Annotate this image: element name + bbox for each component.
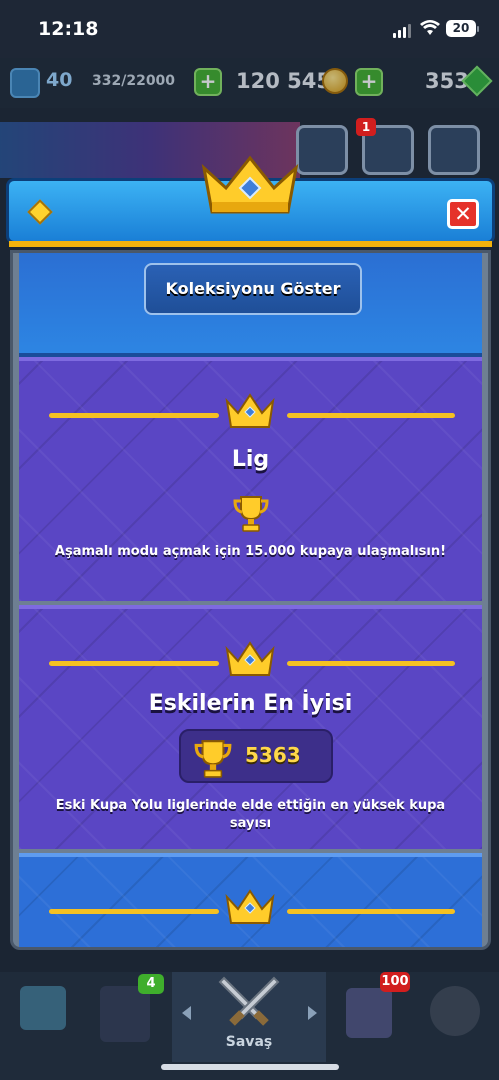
crown-icon: [225, 889, 275, 924]
league-section: Lig Aşamalı modu açmak için 15.000 kupay…: [19, 357, 482, 601]
shop-icon: [20, 986, 66, 1030]
add-gold-button[interactable]: +: [194, 68, 222, 96]
gold-coin-icon: [322, 68, 348, 94]
divider-left: [49, 661, 219, 666]
status-bar: 12:18 20: [0, 0, 499, 58]
divider-left: [49, 909, 219, 914]
friends-button[interactable]: [296, 125, 348, 175]
experience-progress: 332/22000: [92, 73, 176, 89]
close-button[interactable]: ✕: [447, 199, 479, 229]
battery-indicator: 20: [446, 20, 479, 37]
menu-button[interactable]: [428, 125, 480, 175]
crown-icon: [201, 155, 299, 214]
cards-icon: [100, 986, 150, 1042]
cards-badge: 4: [138, 974, 164, 994]
crown-icon: [225, 393, 275, 428]
status-time: 12:18: [38, 18, 99, 40]
diamond-icon: [27, 199, 53, 225]
right-arrow-icon: [308, 1006, 317, 1020]
collection-panel: Koleksiyonu Göster: [19, 253, 482, 357]
nav-shop[interactable]: [0, 972, 86, 1062]
league-popup: ✕ Koleksiyonu Göster Lig Aşamalı modu aç…: [6, 155, 495, 950]
nav-events[interactable]: [412, 972, 499, 1062]
player-level: 40: [46, 69, 73, 91]
nav-cards[interactable]: 4: [86, 972, 172, 1062]
events-icon: [430, 986, 480, 1036]
divider-right: [287, 661, 455, 666]
divider-right: [287, 909, 455, 914]
experience-icon: [10, 68, 40, 98]
best-of-old-section: Eskilerin En İyisi 5363 Eski Kupa Yolu l…: [19, 605, 482, 849]
divider-right: [287, 413, 455, 418]
trophy-record-box: 5363: [179, 729, 333, 783]
resource-bar: 40 332/22000 + 120 545 + 353: [0, 58, 499, 108]
add-gems-button[interactable]: +: [355, 68, 383, 96]
home-indicator[interactable]: [161, 1064, 339, 1070]
gold-amount: 120 545: [236, 69, 331, 93]
best-trophy-count: 5363: [245, 743, 301, 767]
clan-badge: 100: [380, 972, 410, 992]
nav-battle-label: Savaş: [225, 1034, 273, 1050]
wifi-icon: [420, 20, 440, 35]
crown-icon: [225, 641, 275, 676]
notification-badge: 1: [356, 118, 376, 136]
best-of-old-title: Eskilerin En İyisi: [148, 691, 353, 716]
nav-clan[interactable]: 100: [326, 972, 412, 1062]
clan-shield-icon: [346, 988, 392, 1038]
divider-left: [49, 413, 219, 418]
signal-icon: [393, 24, 411, 38]
swords-icon: [218, 976, 280, 1026]
league-title: Lig: [231, 447, 270, 472]
trophy-icon: [194, 740, 232, 778]
left-arrow-icon: [182, 1006, 191, 1020]
popup-body[interactable]: Koleksiyonu Göster Lig Aşamalı modu açma…: [10, 250, 491, 950]
trophy-icon: [233, 496, 269, 532]
show-collection-button[interactable]: Koleksiyonu Göster: [144, 263, 362, 315]
league-description: Aşamalı modu açmak için 15.000 kupaya ul…: [54, 544, 447, 559]
next-section: [19, 853, 482, 947]
best-of-old-description: Eski Kupa Yolu liglerinde elde ettiğin e…: [55, 798, 446, 831]
